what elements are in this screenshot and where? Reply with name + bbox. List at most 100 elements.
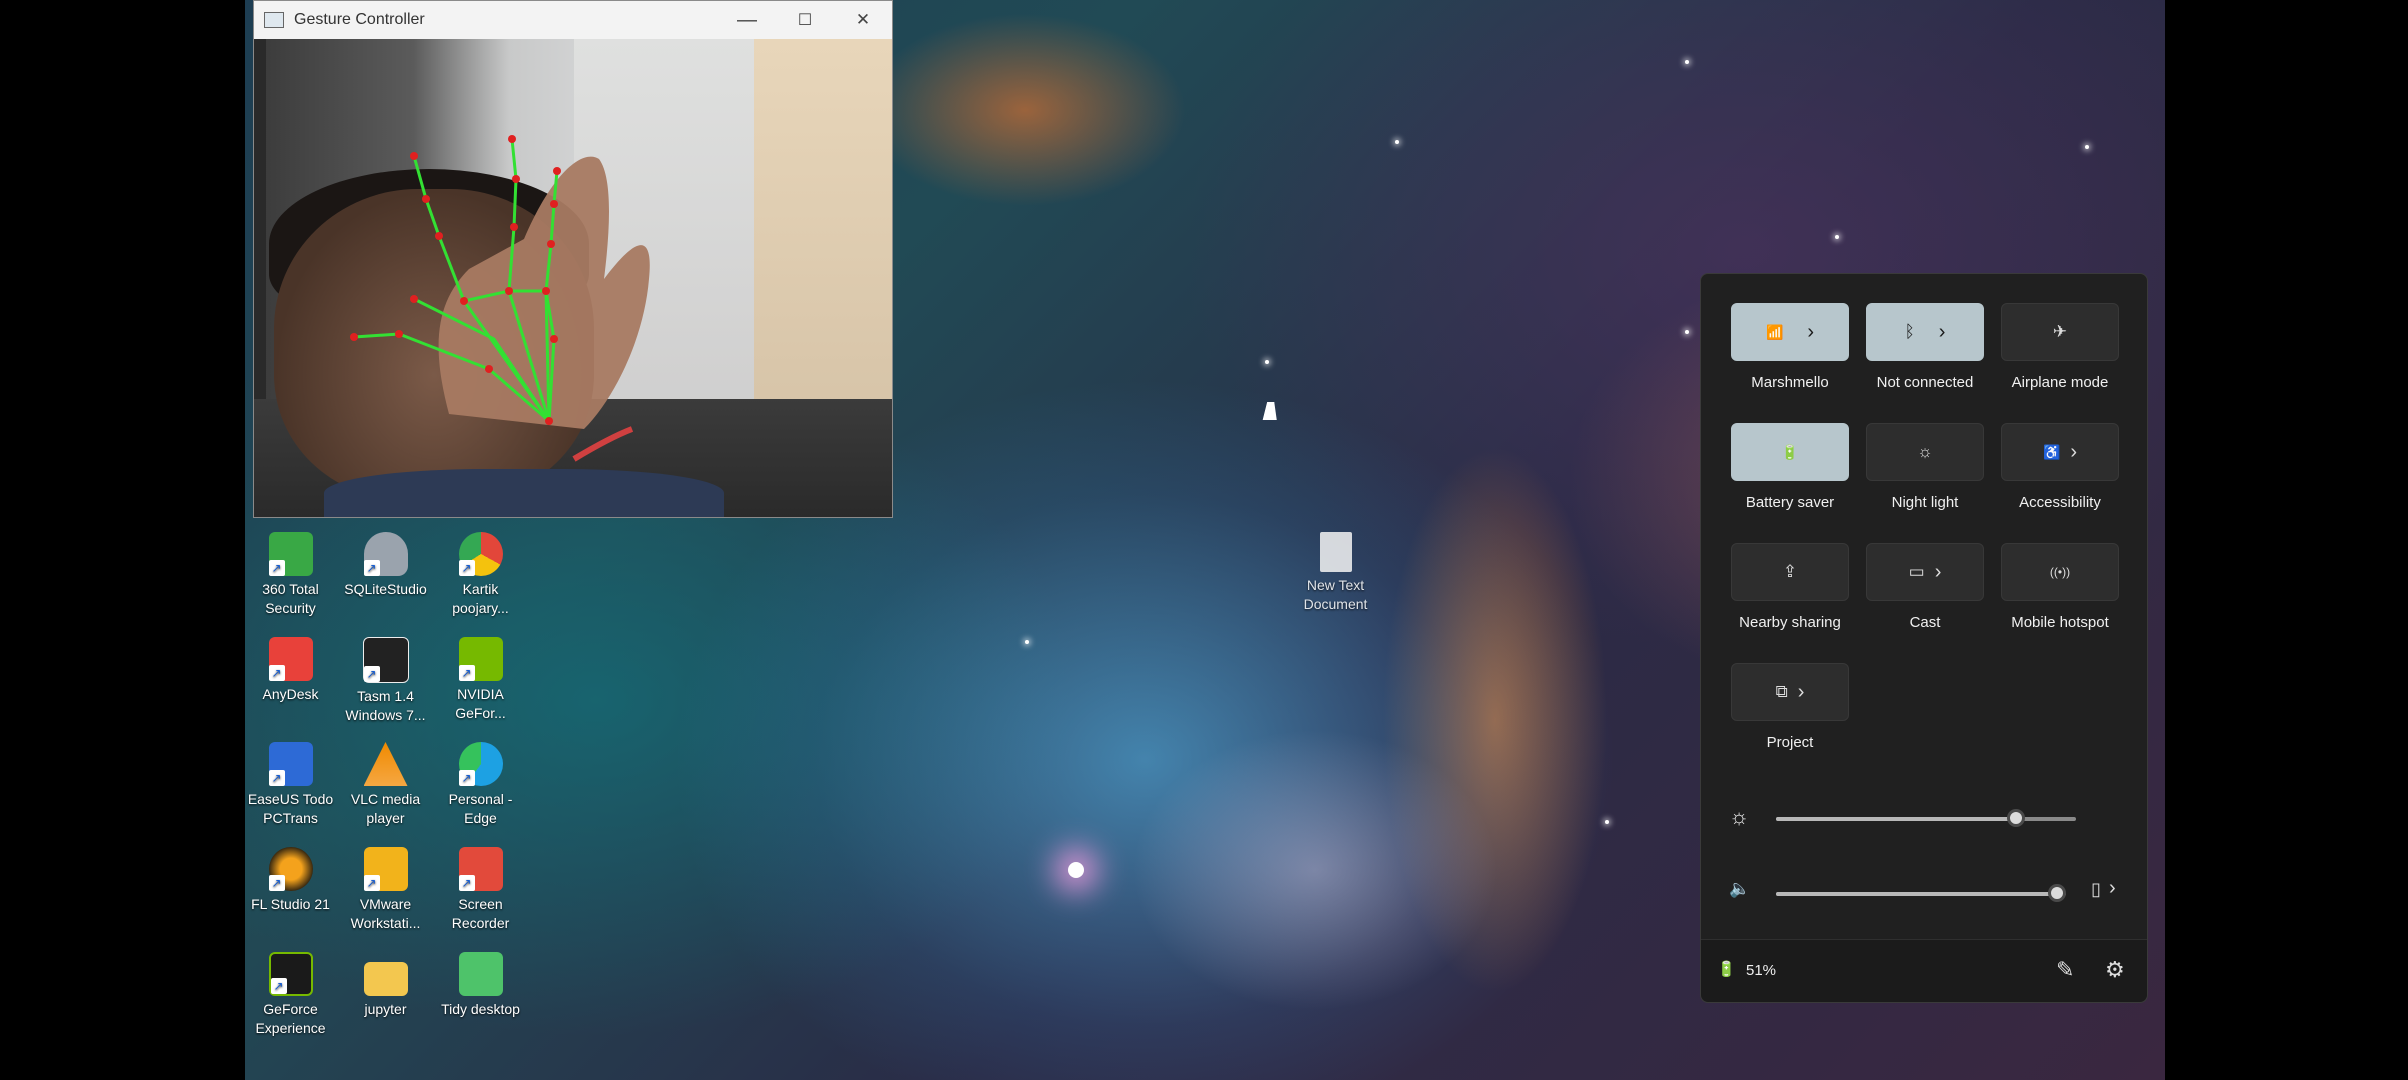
desktop-icon-label: AnyDesk — [262, 686, 319, 702]
cast-icon: ▭ — [1908, 562, 1925, 581]
cast-tile[interactable]: ▭ › — [1866, 543, 1984, 601]
desktop-icon-nvidia[interactable]: ↗ NVIDIA GeFor... — [433, 637, 528, 723]
desktop-icon-label: Personal - Edge — [448, 791, 513, 826]
audio-output-chevron-icon[interactable]: › — [2109, 877, 2116, 900]
edit-pencil-icon[interactable]: ✎ — [2056, 957, 2074, 983]
brightness-slider-fill — [1776, 817, 2016, 821]
desktop-icon-label: Kartik poojary... — [452, 581, 509, 616]
desktop-icon-fl-studio[interactable]: ↗ FL Studio 21 — [243, 847, 338, 914]
desktop-icon-anydesk[interactable]: ↗ AnyDesk — [243, 637, 338, 704]
hand-landmarks-overlay — [350, 135, 650, 462]
chevron-right-icon[interactable]: › — [1798, 681, 1805, 704]
star — [2085, 145, 2089, 149]
wifi-tile[interactable]: 📶 › — [1731, 303, 1849, 361]
geforce-icon: ↗ — [268, 952, 313, 996]
maximize-button[interactable]: ☐ — [776, 10, 834, 30]
nearby-sharing-tile[interactable]: ⇪ — [1731, 543, 1849, 601]
desktop-icon-label: SQLiteStudio — [344, 581, 427, 597]
chrome-icon: ↗ — [458, 532, 503, 576]
desktop-icon-screen-recorder[interactable]: ↗ Screen Recorder — [433, 847, 528, 933]
gesture-window-titlebar[interactable]: Gesture Controller — ☐ ✕ — [254, 1, 892, 39]
bluetooth-tile[interactable]: ᛒ › — [1866, 303, 1984, 361]
battery-saver-icon: 🔋 — [1781, 443, 1799, 460]
tile-label: Airplane mode — [2011, 374, 2109, 391]
brightness-slider-thumb[interactable] — [2007, 809, 2025, 827]
anydesk-icon: ↗ — [268, 637, 313, 681]
shortcut-arrow-icon: ↗ — [268, 560, 285, 576]
desktop-icon-label: NVIDIA GeFor... — [455, 686, 506, 721]
tile-label: Battery saver — [1745, 494, 1835, 511]
wrist-band — [572, 426, 634, 462]
gesture-controller-window[interactable]: Gesture Controller — ☐ ✕ — [253, 0, 893, 518]
quick-settings-panel: 📶 › Marshmello ᛒ › Not connected ✈ Airpl… — [1700, 273, 2148, 1003]
shortcut-arrow-icon: ↗ — [268, 875, 285, 891]
project-icon: ⧉ — [1775, 682, 1788, 701]
desktop-icon-label: Tasm 1.4 Windows 7... — [345, 688, 426, 723]
star — [1025, 640, 1029, 644]
desktop-icon-chrome-profile[interactable]: ↗ Kartik poojary... — [433, 532, 528, 618]
shortcut-arrow-icon: ↗ — [363, 875, 380, 891]
star — [1685, 60, 1689, 64]
screen-recorder-icon: ↗ — [458, 847, 503, 891]
desktop-icon-vlc[interactable]: VLC media player — [338, 742, 433, 828]
nvidia-icon: ↗ — [458, 637, 503, 681]
desktop-icon-360-total-security[interactable]: ↗ 360 Total Security — [243, 532, 338, 618]
brightness-slider[interactable] — [1776, 809, 2076, 827]
volume-slider-fill — [1776, 892, 2058, 896]
vmware-icon: ↗ — [363, 847, 408, 891]
text-file-icon — [1319, 532, 1352, 572]
brightness-icon: ☼ — [1729, 804, 1750, 829]
volume-slider-thumb[interactable] — [2048, 884, 2067, 902]
desktop-icon-label: Screen Recorder — [451, 896, 510, 931]
desktop-icon-geforce-experience[interactable]: ↗ GeForce Experience — [243, 952, 338, 1038]
chevron-right-icon[interactable]: › — [1939, 321, 1946, 344]
tile-label: Cast — [1909, 614, 1941, 631]
speaker-icon: 🔈 — [1729, 879, 1751, 898]
battery-icon[interactable]: 🔋 — [1717, 960, 1736, 978]
edge-icon: ↗ — [458, 742, 503, 786]
star — [1835, 235, 1839, 239]
desktop-icon-label: FL Studio 21 — [251, 896, 330, 912]
apple-icon: ↗ — [362, 637, 409, 683]
star — [1395, 140, 1399, 144]
window-app-icon — [264, 12, 284, 28]
project-tile[interactable]: ⧉ › — [1731, 663, 1849, 721]
accessibility-tile[interactable]: ♿ › — [2001, 423, 2119, 481]
airplane-mode-tile[interactable]: ✈ — [2001, 303, 2119, 361]
shortcut-arrow-icon: ↗ — [363, 560, 380, 576]
shortcut-arrow-icon: ↗ — [268, 770, 285, 786]
tidy-desktop-icon — [458, 952, 503, 996]
desktop-icon-easeus[interactable]: ↗ EaseUS Todo PCTrans — [243, 742, 338, 828]
tile-label: Accessibility — [2019, 494, 2101, 511]
desktop-icon-label: GeForce Experience — [255, 1001, 326, 1036]
night-light-tile[interactable]: ☼ — [1866, 423, 1984, 481]
desktop-icon-vmware[interactable]: ↗ VMware Workstati... — [338, 847, 433, 933]
desktop-icon-label: VMware Workstati... — [350, 896, 421, 931]
shortcut-arrow-icon: ↗ — [363, 666, 380, 682]
volume-slider[interactable] — [1776, 884, 2067, 902]
desktop-icon-sqlitestudio[interactable]: ↗ SQLiteStudio — [338, 532, 433, 599]
desktop-icon-tidy-desktop[interactable]: Tidy desktop — [433, 952, 528, 1019]
desktop-icon-tasm[interactable]: ↗ Tasm 1.4 Windows 7... — [338, 637, 433, 725]
audio-device-icon[interactable]: ▯ — [2091, 879, 2101, 900]
settings-gear-icon[interactable]: ⚙ — [2105, 957, 2125, 983]
desktop-file-new-text-document[interactable]: New Text Document — [1288, 532, 1383, 614]
quick-settings-footer: 🔋 51% ✎ ⚙ — [1701, 939, 2147, 1002]
battery-saver-tile[interactable]: 🔋 — [1731, 423, 1849, 481]
desktop-icon-jupyter-folder[interactable]: jupyter — [338, 952, 433, 1019]
accessibility-icon: ♿ — [2042, 443, 2061, 460]
battery-percentage[interactable]: 51% — [1746, 962, 1776, 979]
shortcut-arrow-icon: ↗ — [458, 770, 475, 786]
mobile-hotspot-tile[interactable]: ((•)) — [2001, 543, 2119, 601]
close-button[interactable]: ✕ — [834, 10, 892, 30]
desktop-icon-edge[interactable]: ↗ Personal - Edge — [433, 742, 528, 828]
chevron-right-icon[interactable]: › — [1935, 561, 1942, 584]
chevron-right-icon[interactable]: › — [2070, 441, 2077, 464]
hotspot-icon: ((•)) — [2049, 565, 2071, 579]
webcam-feed — [254, 39, 892, 517]
tile-label: Night light — [1891, 494, 1959, 511]
bluetooth-icon: ᛒ — [1904, 322, 1915, 341]
shortcut-arrow-icon: ↗ — [268, 665, 285, 681]
minimize-button[interactable]: — — [718, 9, 776, 32]
chevron-right-icon[interactable]: › — [1807, 321, 1814, 344]
